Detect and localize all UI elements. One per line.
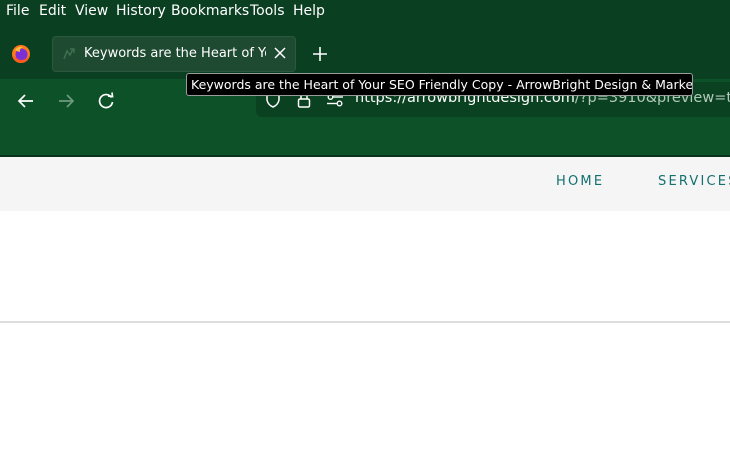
menu-bar: File Edit View History Bookmarks Tools H…: [0, 0, 730, 24]
tab-active[interactable]: Keywords are the Heart of Your SEO Frien…: [52, 36, 296, 72]
menu-bookmarks[interactable]: Bookmarks: [171, 3, 249, 19]
tab-tooltip: Keywords are the Heart of Your SEO Frien…: [186, 73, 693, 96]
reload-icon[interactable]: [96, 91, 116, 111]
content-divider: [0, 321, 730, 323]
menu-edit[interactable]: Edit: [39, 3, 66, 19]
firefox-logo-icon[interactable]: [11, 44, 31, 64]
nav-link-services[interactable]: SERVICES: [658, 174, 730, 189]
menu-help[interactable]: Help: [293, 3, 325, 19]
forward-arrow-icon[interactable]: [56, 91, 76, 111]
menu-file[interactable]: File: [6, 3, 29, 19]
nav-link-home[interactable]: HOME: [556, 174, 604, 189]
back-arrow-icon[interactable]: [16, 91, 36, 111]
site-favicon-icon: [63, 48, 75, 60]
menu-tools[interactable]: Tools: [250, 3, 285, 19]
site-navigation: HOME SERVICES: [0, 157, 730, 211]
tab-close-icon[interactable]: [270, 43, 290, 63]
tab-title: Keywords are the Heart of Your SEO Frien…: [84, 46, 266, 61]
menu-history[interactable]: History: [116, 3, 166, 19]
new-tab-plus-icon[interactable]: [309, 43, 331, 65]
toolbar-extension: [0, 124, 730, 155]
tab-strip: Keywords are the Heart of Your SEO Frien…: [0, 24, 730, 79]
menu-view[interactable]: View: [75, 3, 108, 19]
